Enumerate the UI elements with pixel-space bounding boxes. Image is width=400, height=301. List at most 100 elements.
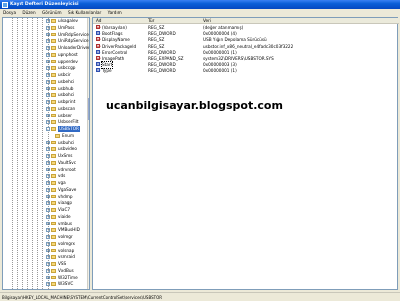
value-row[interactable]: ab ImagePath REG_EXPAND_SZ system32\DRIVERS…	[93, 56, 399, 62]
expand-icon[interactable]: +	[46, 160, 50, 165]
value-row[interactable]: 01 Type REG_DWORD 0x00000001 (1)	[93, 68, 399, 74]
menu-edit[interactable]: Düzen	[22, 9, 35, 16]
tree-item[interactable]: Enum	[3, 133, 89, 139]
value-row[interactable]: ab DisplayName REG_SZ USB Yığın Depolama Sü…	[93, 37, 399, 43]
expand-icon[interactable]: +	[46, 235, 50, 239]
tree-item[interactable]: + W32Time	[3, 275, 89, 281]
column-type-header[interactable]: Tür	[148, 18, 154, 24]
expand-icon[interactable]: +	[46, 208, 50, 212]
expand-icon[interactable]: +	[46, 282, 50, 287]
key-tree-pane[interactable]: + ulsagalev + UmPass + UmRdpService + UniRdpSer…	[2, 17, 90, 290]
tree-item[interactable]: + usbuhci	[3, 140, 89, 146]
tree-item[interactable]: + usbehci	[3, 79, 89, 85]
tree-item[interactable]: + ViaC7	[3, 207, 89, 213]
value-row[interactable]: 01 BootFlags REG_DWORD 0x00000004 (4)	[93, 31, 399, 37]
expand-icon[interactable]: +	[46, 86, 50, 91]
expand-icon[interactable]: +	[46, 39, 50, 44]
tree-item[interactable]: + viaide	[3, 214, 89, 220]
expand-icon[interactable]: +	[46, 93, 50, 98]
values-pane[interactable]: Ad Tür Veri ucanbilgisayar.blogspot.com …	[92, 17, 399, 290]
expand-icon[interactable]: +	[46, 106, 50, 111]
menu-help[interactable]: Yardım	[108, 9, 122, 16]
tree-item[interactable]: + UxSms	[3, 153, 89, 159]
tree-item[interactable]: + usbscan	[3, 106, 89, 112]
expand-icon[interactable]: +	[46, 174, 50, 179]
menu-file[interactable]: Dosya	[3, 9, 16, 16]
tree-item[interactable]: + vmbus	[3, 221, 89, 227]
expand-icon[interactable]: +	[46, 46, 50, 50]
expand-icon[interactable]: +	[46, 228, 50, 233]
tree-item[interactable]: + UsbserFilt	[3, 119, 89, 125]
tree-item[interactable]: + usbser	[3, 113, 89, 119]
column-name-header[interactable]: Ad	[96, 18, 101, 24]
expand-icon[interactable]: +	[46, 187, 50, 192]
expand-icon[interactable]: +	[46, 100, 50, 104]
tree-item[interactable]: + usbprint	[3, 99, 89, 105]
tree-item[interactable]: + vds	[3, 173, 89, 179]
expand-icon[interactable]: +	[46, 194, 50, 199]
expand-icon[interactable]: +	[46, 73, 50, 77]
expand-icon[interactable]: +	[46, 214, 50, 219]
tree-item[interactable]: + viaagp	[3, 200, 89, 206]
value-row[interactable]: ab DriverPackageId REG_SZ usbstor.inf_x86_n…	[93, 43, 399, 50]
expand-icon[interactable]: +	[46, 32, 50, 37]
expand-icon[interactable]: +	[46, 268, 50, 273]
expand-icon[interactable]: +	[46, 221, 50, 226]
tree-item[interactable]: + UmPass	[3, 25, 89, 31]
tree-item[interactable]: + volmgrx	[3, 240, 89, 247]
expand-icon[interactable]: +	[46, 120, 50, 125]
tree-item[interactable]: + UniRdpService	[3, 38, 89, 44]
expand-icon[interactable]: +	[46, 113, 50, 118]
tree-item[interactable]: + W3SVC	[3, 281, 89, 287]
tree-item[interactable]: + UmRdpService	[3, 32, 89, 38]
tree-item[interactable]: + usbccgp	[3, 65, 89, 71]
expand-icon[interactable]: +	[46, 255, 50, 260]
tree-item[interactable]: + VgaSave	[3, 187, 89, 193]
expand-icon[interactable]: +	[46, 181, 50, 185]
tree-item[interactable]: + ulsagalev	[3, 18, 89, 24]
value-row[interactable]: 01 Start REG_DWORD 0x00000003 (3)	[93, 61, 399, 70]
menu-view[interactable]: Görünüm	[42, 9, 62, 16]
expand-icon[interactable]: +	[46, 248, 50, 253]
tree-item[interactable]: + usbvideo	[3, 146, 89, 152]
tree-item[interactable]: + usbohci	[3, 92, 89, 98]
column-data-header[interactable]: Veri	[203, 18, 211, 24]
tree-item[interactable]: + upnphost	[3, 52, 89, 58]
tree-item[interactable]: + volsnap	[3, 248, 89, 254]
tree-item-label: volmgrx	[58, 240, 76, 246]
expand-icon[interactable]: +	[46, 25, 50, 30]
tree-item[interactable]: - USBSTOR	[3, 126, 89, 132]
expand-icon[interactable]: +	[46, 140, 50, 145]
tree-item[interactable]: + vga	[3, 180, 89, 186]
menu-favorites[interactable]: Sık Kullanılanlar	[68, 9, 101, 16]
tree-item[interactable]: + VxdBus	[3, 268, 89, 274]
expand-icon[interactable]: +	[46, 201, 50, 206]
tree-item[interactable]: + VMBusHID	[3, 227, 89, 233]
menu-bar: Dosya Düzen Görünüm Sık Kullanılanlar Ya…	[0, 9, 400, 16]
tree-item[interactable]: + VSS	[3, 261, 89, 267]
expand-icon[interactable]: +	[46, 241, 50, 246]
tree-item[interactable]: + usbhub	[3, 86, 89, 92]
tree-item[interactable]: + VaultSvc	[3, 160, 89, 166]
title-bar[interactable]: Kayıt Defteri Düzenleyicisi	[0, 0, 400, 9]
expand-icon[interactable]: +	[46, 262, 50, 266]
expand-icon[interactable]: +	[46, 19, 50, 23]
expand-icon[interactable]: +	[46, 66, 50, 71]
tree-item[interactable]: + vhdmp	[3, 194, 89, 200]
expand-icon[interactable]: +	[46, 79, 50, 84]
expand-icon[interactable]: +	[46, 154, 50, 158]
tree-item[interactable]: + upperdev	[3, 59, 89, 65]
expand-icon[interactable]: +	[46, 52, 50, 57]
expand-icon[interactable]: +	[46, 59, 50, 64]
tree-item[interactable]: + UnloaderDriver	[3, 45, 89, 51]
value-row[interactable]: ab (Varsayılan) REG_SZ (değer atanmamış)	[93, 25, 399, 31]
expand-icon[interactable]: +	[46, 275, 50, 280]
tree-item[interactable]: + vdrvroot	[3, 167, 89, 173]
collapse-icon[interactable]: -	[46, 127, 50, 131]
expand-icon[interactable]: +	[46, 167, 50, 172]
value-row[interactable]: 01 ErrorControl REG_DWORD 0x00000001 (1)	[93, 49, 399, 56]
tree-item[interactable]: + usbcir	[3, 72, 89, 78]
tree-item[interactable]: + vsmraid	[3, 254, 89, 260]
tree-item[interactable]: + volmgr	[3, 234, 89, 240]
expand-icon[interactable]: +	[46, 147, 50, 152]
